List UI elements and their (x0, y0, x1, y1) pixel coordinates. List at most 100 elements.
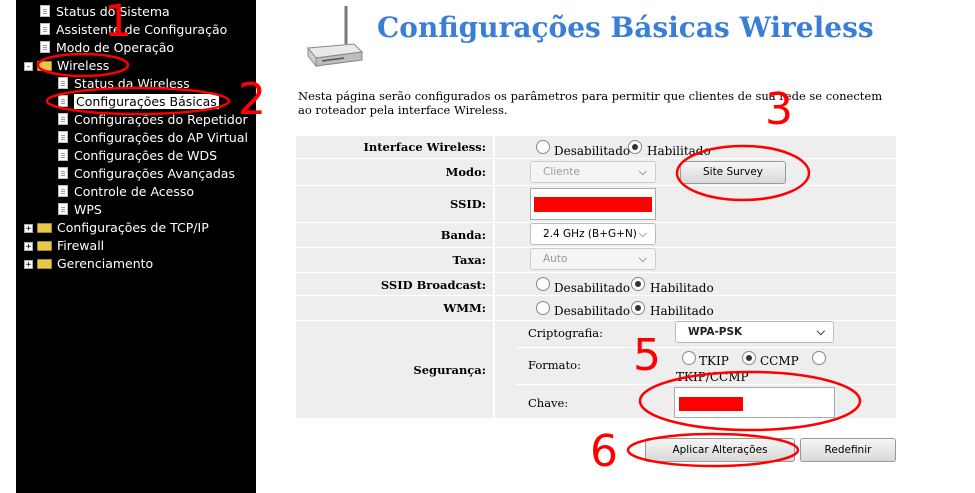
sidebar-item-wireless[interactable]: - Wireless (24, 57, 109, 75)
ssid-label: SSID: (450, 197, 486, 211)
row-taxa: Taxa: Auto ⌵ (296, 247, 896, 272)
annotation-number: 6 (590, 426, 618, 477)
formato-tkip-ccmp-radio[interactable] (812, 351, 826, 365)
ssid-broadcast-label: SSID Broadcast: (380, 278, 486, 292)
criptografia-select[interactable]: WPA-PSK ⌵ (675, 321, 834, 343)
formato-tkip-radio[interactable] (682, 351, 696, 365)
document-icon (58, 149, 68, 161)
interface-wireless-label: Interface Wireless: (363, 140, 487, 154)
interface-habilitado-label: Habilitado (647, 144, 711, 158)
folder-open-icon (37, 61, 52, 71)
criptografia-label: Criptografia: (528, 326, 603, 340)
row-interface-wireless: Interface Wireless: Desabilitado Habilit… (296, 135, 896, 158)
site-survey-button[interactable]: Site Survey (680, 161, 786, 184)
wmm-habilitado-label: Habilitado (650, 304, 714, 318)
page-title: Configurações Básicas Wireless (377, 11, 874, 44)
annotation-number: 5 (633, 330, 661, 381)
formato-ccmp-label: CCMP (760, 354, 799, 368)
document-icon (40, 5, 50, 17)
sidebar-item-firewall[interactable]: + Firewall (24, 237, 104, 255)
divider (516, 347, 896, 348)
annotation-number: 3 (765, 84, 793, 135)
interface-desabilitado-label: Desabilitado (554, 144, 631, 158)
wmm-label: WMM: (443, 301, 486, 315)
document-icon (40, 41, 50, 53)
chevron-down-icon: ⌵ (638, 165, 647, 178)
sidebar-item-status-wireless[interactable]: Status da Wireless (58, 75, 190, 93)
expand-icon[interactable]: + (24, 260, 33, 270)
collapse-icon[interactable]: - (24, 62, 33, 72)
formato-tkip-label: TKIP (699, 354, 729, 368)
annotation-number: 1 (104, 0, 132, 47)
document-icon (58, 203, 68, 215)
document-icon (58, 185, 68, 197)
sidebar-item-wds[interactable]: Configurações de WDS (58, 147, 217, 165)
sidebar-item-wps[interactable]: WPS (58, 201, 102, 219)
taxa-label: Taxa: (452, 253, 486, 267)
annotation-number: 2 (238, 74, 266, 125)
redacted-key (679, 397, 743, 411)
sidebar-item-repetidor[interactable]: Configurações do Repetidor (58, 111, 248, 129)
broadcast-desabilitado-label: Desabilitado (554, 281, 631, 295)
chevron-down-icon: ⌵ (816, 325, 825, 338)
chave-input[interactable] (674, 387, 835, 418)
main-content: Configurações Básicas Wireless Nesta pág… (256, 0, 975, 493)
redacted-ssid (534, 197, 652, 212)
banda-value: 2.4 GHz (B+G+N) (543, 228, 637, 240)
banda-select[interactable]: 2.4 GHz (B+G+N) ⌵ (530, 223, 656, 245)
formato-label: Formato: (528, 358, 581, 372)
wmm-desabilitado-label: Desabilitado (554, 304, 631, 318)
row-ssid: SSID: (296, 185, 896, 222)
sidebar-item-avancadas[interactable]: Configurações Avançadas (58, 165, 235, 183)
seguranca-label: Segurança: (413, 363, 486, 377)
row-wmm: WMM: Desabilitado Habilitado (296, 295, 896, 320)
navigation-sidebar: Status do Sistema Assistente de Configur… (16, 0, 256, 493)
document-icon (58, 131, 68, 143)
sidebar-item-gerenciamento[interactable]: + Gerenciamento (24, 255, 153, 273)
criptografia-value: WPA-PSK (688, 326, 743, 338)
expand-icon[interactable]: + (24, 242, 33, 252)
document-icon (58, 95, 68, 107)
interface-habilitado-radio[interactable] (628, 140, 642, 154)
ssid-input[interactable] (530, 188, 656, 220)
broadcast-desabilitado-radio[interactable] (536, 277, 550, 291)
chevron-down-icon: ⌵ (638, 227, 647, 240)
document-icon (58, 77, 68, 89)
sidebar-item-tcpip[interactable]: + Configurações de TCP/IP (24, 219, 209, 237)
wmm-habilitado-radio[interactable] (631, 301, 645, 315)
row-seguranca: Segurança: Criptografia: WPA-PSK ⌵ Format… (296, 320, 896, 418)
broadcast-habilitado-radio[interactable] (631, 277, 645, 291)
broadcast-habilitado-label: Habilitado (650, 281, 714, 295)
taxa-select[interactable]: Auto ⌵ (530, 248, 656, 270)
sidebar-item-assistente[interactable]: Assistente de Configuração (40, 21, 227, 39)
document-icon (40, 23, 50, 35)
divider (516, 384, 896, 385)
interface-desabilitado-radio[interactable] (536, 140, 550, 154)
chevron-down-icon: ⌵ (638, 252, 647, 265)
router-icon (307, 6, 364, 68)
folder-icon (37, 259, 52, 269)
formato-ccmp-radio[interactable] (742, 351, 756, 365)
row-banda: Banda: 2.4 GHz (B+G+N) ⌵ (296, 222, 896, 247)
chave-label: Chave: (528, 396, 569, 410)
taxa-value: Auto (543, 253, 568, 265)
page-description: Nesta página serão configurados os parâm… (298, 89, 883, 117)
modo-label: Modo: (445, 165, 486, 179)
wmm-desabilitado-radio[interactable] (536, 301, 550, 315)
reset-button[interactable]: Redefinir (800, 438, 896, 462)
sidebar-item-ap-virtual[interactable]: Configurações do AP Virtual (58, 129, 248, 147)
modo-select[interactable]: Cliente ⌵ (530, 161, 656, 183)
folder-icon (37, 223, 52, 233)
row-modo: Modo: Cliente ⌵ Site Survey (296, 158, 896, 185)
banda-label: Banda: (440, 228, 486, 242)
folder-icon (37, 241, 52, 251)
modo-value: Cliente (543, 166, 580, 178)
row-ssid-broadcast: SSID Broadcast: Desabilitado Habilitado (296, 272, 896, 295)
document-icon (58, 113, 68, 125)
expand-icon[interactable]: + (24, 224, 33, 234)
formato-tkip-ccmp-label: TKIP/CCMP (676, 370, 749, 384)
apply-changes-button[interactable]: Aplicar Alterações (645, 438, 795, 462)
sidebar-item-controle-acesso[interactable]: Controle de Acesso (58, 183, 194, 201)
sidebar-item-configuracoes-basicas[interactable]: Configurações Básicas (58, 93, 219, 111)
document-icon (58, 167, 68, 179)
